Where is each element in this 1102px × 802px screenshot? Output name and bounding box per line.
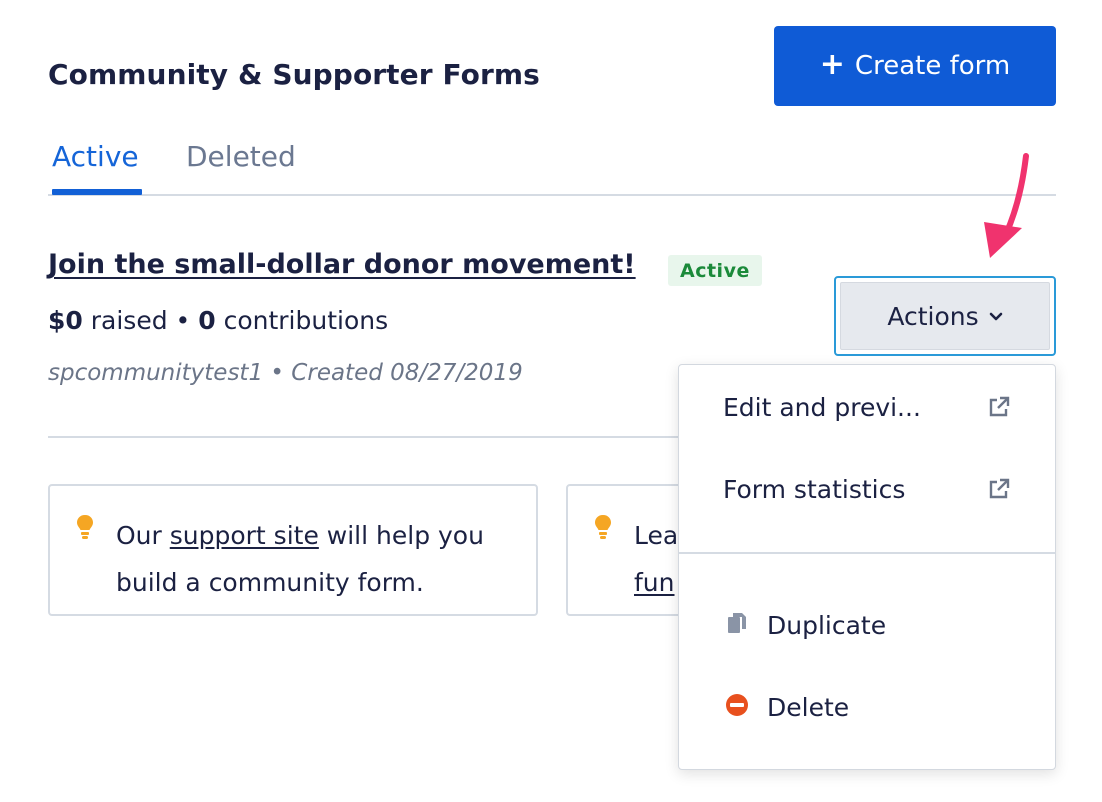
create-form-label: Create form — [854, 51, 1011, 81]
form-stats: $0 raised • 0 contributions — [48, 306, 388, 335]
tip-card-support: Our support site will help you build a c… — [48, 484, 538, 616]
menu-separator — [679, 552, 1055, 554]
tab-active[interactable]: Active — [52, 140, 139, 173]
actions-dropdown-menu: Edit and previ... Form statistics Duplic… — [678, 364, 1056, 770]
actions-button[interactable]: Actions — [840, 282, 1050, 350]
active-tab-indicator — [52, 189, 142, 195]
tab-deleted[interactable]: Deleted — [186, 140, 296, 173]
status-badge: Active — [668, 255, 762, 286]
meta-separator: • — [270, 360, 284, 386]
menu-item-label: Duplicate — [767, 611, 887, 640]
delete-circle-icon — [726, 694, 748, 716]
copy-icon — [728, 613, 746, 633]
raised-label: raised — [90, 306, 168, 335]
form-owner: spcommunitytest1 — [48, 360, 264, 386]
raised-amount: $0 — [48, 306, 83, 335]
menu-item-edit-preview[interactable]: Edit and previ... — [679, 373, 1055, 443]
tip-link[interactable]: fun — [634, 568, 675, 597]
menu-item-label: Form statistics — [723, 475, 906, 504]
form-title-link[interactable]: Join the small-dollar donor movement! — [48, 249, 636, 280]
external-link-icon — [989, 478, 1010, 499]
actions-label: Actions — [887, 301, 979, 331]
tip-text-after: will help you — [318, 521, 484, 550]
menu-item-label: Delete — [767, 693, 850, 722]
support-site-link[interactable]: support site — [170, 521, 319, 550]
tip-text-line1: Lea — [634, 521, 679, 550]
page-title: Community & Supporter Forms — [48, 58, 540, 91]
tip-text: Lea fun — [634, 512, 678, 606]
annotation-arrow-icon — [984, 153, 1029, 258]
menu-item-duplicate[interactable]: Duplicate — [679, 591, 1055, 661]
created-date: Created 08/27/2019 — [291, 360, 523, 386]
external-link-icon — [989, 396, 1010, 417]
section-divider — [48, 436, 688, 438]
contributions-count: 0 — [198, 306, 216, 335]
tip-text-before: Our — [116, 521, 170, 550]
plus-icon: + — [819, 46, 845, 82]
tab-bar: Active Deleted — [48, 126, 1056, 196]
lightbulb-icon — [77, 515, 93, 539]
contributions-label: contributions — [223, 306, 389, 335]
tip-text-line2: build a community form. — [116, 568, 424, 597]
form-meta: spcommunitytest1 • Created 08/27/2019 — [48, 360, 523, 386]
actions-focus-ring: Actions — [834, 276, 1056, 356]
menu-item-label: Edit and previ... — [723, 393, 921, 422]
menu-item-form-statistics[interactable]: Form statistics — [679, 455, 1055, 525]
menu-item-delete[interactable]: Delete — [679, 673, 1055, 743]
create-form-button[interactable]: + Create form — [774, 26, 1056, 106]
stats-separator: • — [175, 306, 191, 335]
tip-text: Our support site will help you build a c… — [116, 512, 484, 606]
lightbulb-icon — [595, 515, 611, 539]
chevron-down-icon — [989, 312, 1002, 321]
